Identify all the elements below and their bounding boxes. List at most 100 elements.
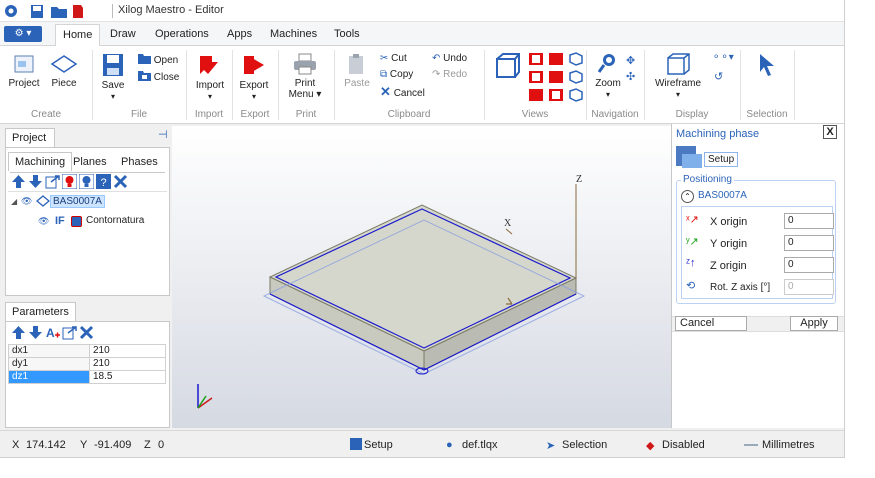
display-curve-icon[interactable]: ↺: [714, 70, 723, 83]
collapse-chevron-icon[interactable]: ⌃: [681, 190, 694, 203]
tab-apps[interactable]: Apps: [227, 28, 252, 40]
tab-phases[interactable]: Phases: [121, 156, 158, 168]
machining-phase-panel: Machining phase X Setup Positioning ⌃ BA…: [671, 124, 844, 428]
apply-button[interactable]: Apply: [790, 316, 838, 331]
quick-open-icon[interactable]: [50, 3, 68, 19]
piece-button[interactable]: Piece: [46, 52, 82, 89]
param-move-down-icon[interactable]: [28, 325, 43, 340]
ribbon-separator: [794, 50, 795, 120]
table-row[interactable]: dy1 210: [8, 357, 166, 371]
param-name: dx1: [8, 344, 90, 358]
copy-button[interactable]: ⧉ Copy: [380, 69, 413, 81]
tab-machines[interactable]: Machines: [270, 28, 317, 40]
status-file[interactable]: def.tlqx: [462, 439, 497, 451]
navigation-group-label: Navigation: [591, 109, 639, 120]
move-up-icon[interactable]: [11, 174, 26, 189]
save-button[interactable]: Save ▾: [98, 52, 128, 102]
cancel-button[interactable]: Cancel: [675, 316, 747, 331]
table-row[interactable]: dx1 210: [8, 344, 166, 358]
positioning-group: Positioning ⌃ BAS0007A ˣ↗ X origin 0 ʸ↗ …: [676, 174, 836, 304]
project-panel-tab[interactable]: Project: [5, 128, 55, 147]
pan-icon[interactable]: ✥: [626, 54, 635, 67]
visibility-eye-icon[interactable]: 👁: [38, 216, 49, 227]
tab-draw[interactable]: Draw: [110, 28, 136, 40]
param-value[interactable]: 210: [89, 357, 166, 371]
close-button[interactable]: Close: [138, 70, 179, 84]
copy-icon: ⧉: [380, 69, 388, 80]
param-value[interactable]: 210: [89, 344, 166, 358]
display-options-icon[interactable]: ⚬⚬▾: [712, 52, 734, 63]
setup-button[interactable]: Setup: [704, 152, 739, 167]
wireframe-button[interactable]: Wireframe ▾: [652, 52, 704, 100]
wireframe-dropdown-icon: ▾: [675, 90, 680, 99]
param-value[interactable]: 18.5: [89, 370, 166, 384]
axis-z-label: Z: [576, 174, 582, 185]
z-origin-input[interactable]: 0: [784, 257, 834, 273]
param-move-up-icon[interactable]: [11, 325, 26, 340]
print-menu-button[interactable]: Print Menu ▾: [282, 52, 328, 100]
param-export-icon[interactable]: [62, 325, 77, 340]
zoom-button[interactable]: Zoom ▾: [592, 52, 624, 100]
units-status-icon: [744, 444, 758, 446]
machining-tree: ◢ 👁 BAS0007A 👁 IF Contornatura: [8, 191, 167, 295]
y-origin-input[interactable]: 0: [784, 235, 834, 251]
move-down-icon[interactable]: [28, 174, 43, 189]
undo-button[interactable]: ↶ Undo: [432, 53, 467, 65]
status-disabled[interactable]: Disabled: [662, 439, 705, 451]
tab-machining[interactable]: Machining: [8, 152, 73, 171]
cancel-label: Cancel: [393, 88, 425, 99]
status-selection[interactable]: Selection: [562, 439, 607, 451]
help-icon[interactable]: ?: [96, 174, 111, 189]
positioning-piece-name: BAS0007A: [698, 190, 747, 201]
panel-close-button[interactable]: X: [823, 125, 837, 139]
ribbon: Project Piece Create Save ▾ Open Close F…: [0, 46, 844, 124]
light-bulb-icon[interactable]: [79, 174, 94, 189]
pin-icon[interactable]: ⊣: [158, 128, 168, 141]
visibility-eye-icon[interactable]: 👁: [21, 196, 32, 207]
export-label: Export: [239, 80, 269, 91]
status-setup[interactable]: Setup: [364, 439, 393, 451]
tab-tools[interactable]: Tools: [334, 28, 360, 40]
triad-x-axis: [197, 397, 213, 409]
selection-cursor-icon[interactable]: [756, 52, 778, 78]
piece-diamond-icon: [36, 195, 50, 207]
app-menu-button[interactable]: ⚙ ▾: [4, 26, 42, 42]
tree-expand-icon[interactable]: ◢: [11, 197, 17, 206]
operation-icon: [71, 216, 82, 227]
printer-icon: [294, 53, 316, 75]
export-selection-icon[interactable]: [45, 174, 60, 189]
cancel-button[interactable]: ✕ Cancel: [380, 85, 425, 100]
tab-operations[interactable]: Operations: [155, 28, 209, 40]
views-grid-icon[interactable]: [528, 52, 584, 104]
tab-planes[interactable]: Planes: [73, 156, 107, 168]
quick-save-icon[interactable]: [30, 3, 44, 19]
param-delete-icon[interactable]: [79, 325, 94, 340]
status-units[interactable]: Millimetres: [762, 439, 815, 451]
triad-y-axis: [197, 395, 207, 409]
open-button[interactable]: Open: [138, 53, 178, 67]
quick-close-icon[interactable]: [72, 3, 84, 19]
redo-button[interactable]: ↷ Redo: [432, 69, 467, 81]
parameters-panel-tab[interactable]: Parameters: [5, 302, 76, 321]
orbit-icon[interactable]: ✣: [626, 70, 635, 83]
x-origin-input[interactable]: 0: [784, 213, 834, 229]
file-group-label: File: [130, 109, 148, 120]
tree-item-piece[interactable]: BAS0007A: [50, 195, 105, 208]
cut-icon: ✂: [380, 53, 389, 64]
tree-item-prefix: IF: [55, 215, 65, 227]
3d-viewport[interactable]: Z X: [172, 126, 671, 428]
rot-z-label: Rot. Z axis [°]: [710, 282, 771, 293]
y-axis-icon: ʸ↗: [686, 236, 699, 248]
light-bulb-red-icon[interactable]: [62, 174, 77, 189]
cut-button[interactable]: ✂ Cut: [380, 53, 407, 65]
tree-item-operation[interactable]: Contornatura: [86, 215, 144, 226]
view-3d-icon[interactable]: [494, 52, 522, 80]
add-parameter-icon[interactable]: A: [45, 325, 60, 340]
table-row[interactable]: dz1 18.5: [8, 370, 166, 384]
export-button[interactable]: Export ▾: [236, 52, 272, 102]
delete-x-icon[interactable]: [113, 174, 128, 189]
tab-home[interactable]: Home: [55, 24, 101, 47]
project-button[interactable]: Project: [6, 52, 42, 89]
import-button[interactable]: Import ▾: [192, 52, 228, 102]
paste-button[interactable]: Paste: [342, 52, 372, 89]
